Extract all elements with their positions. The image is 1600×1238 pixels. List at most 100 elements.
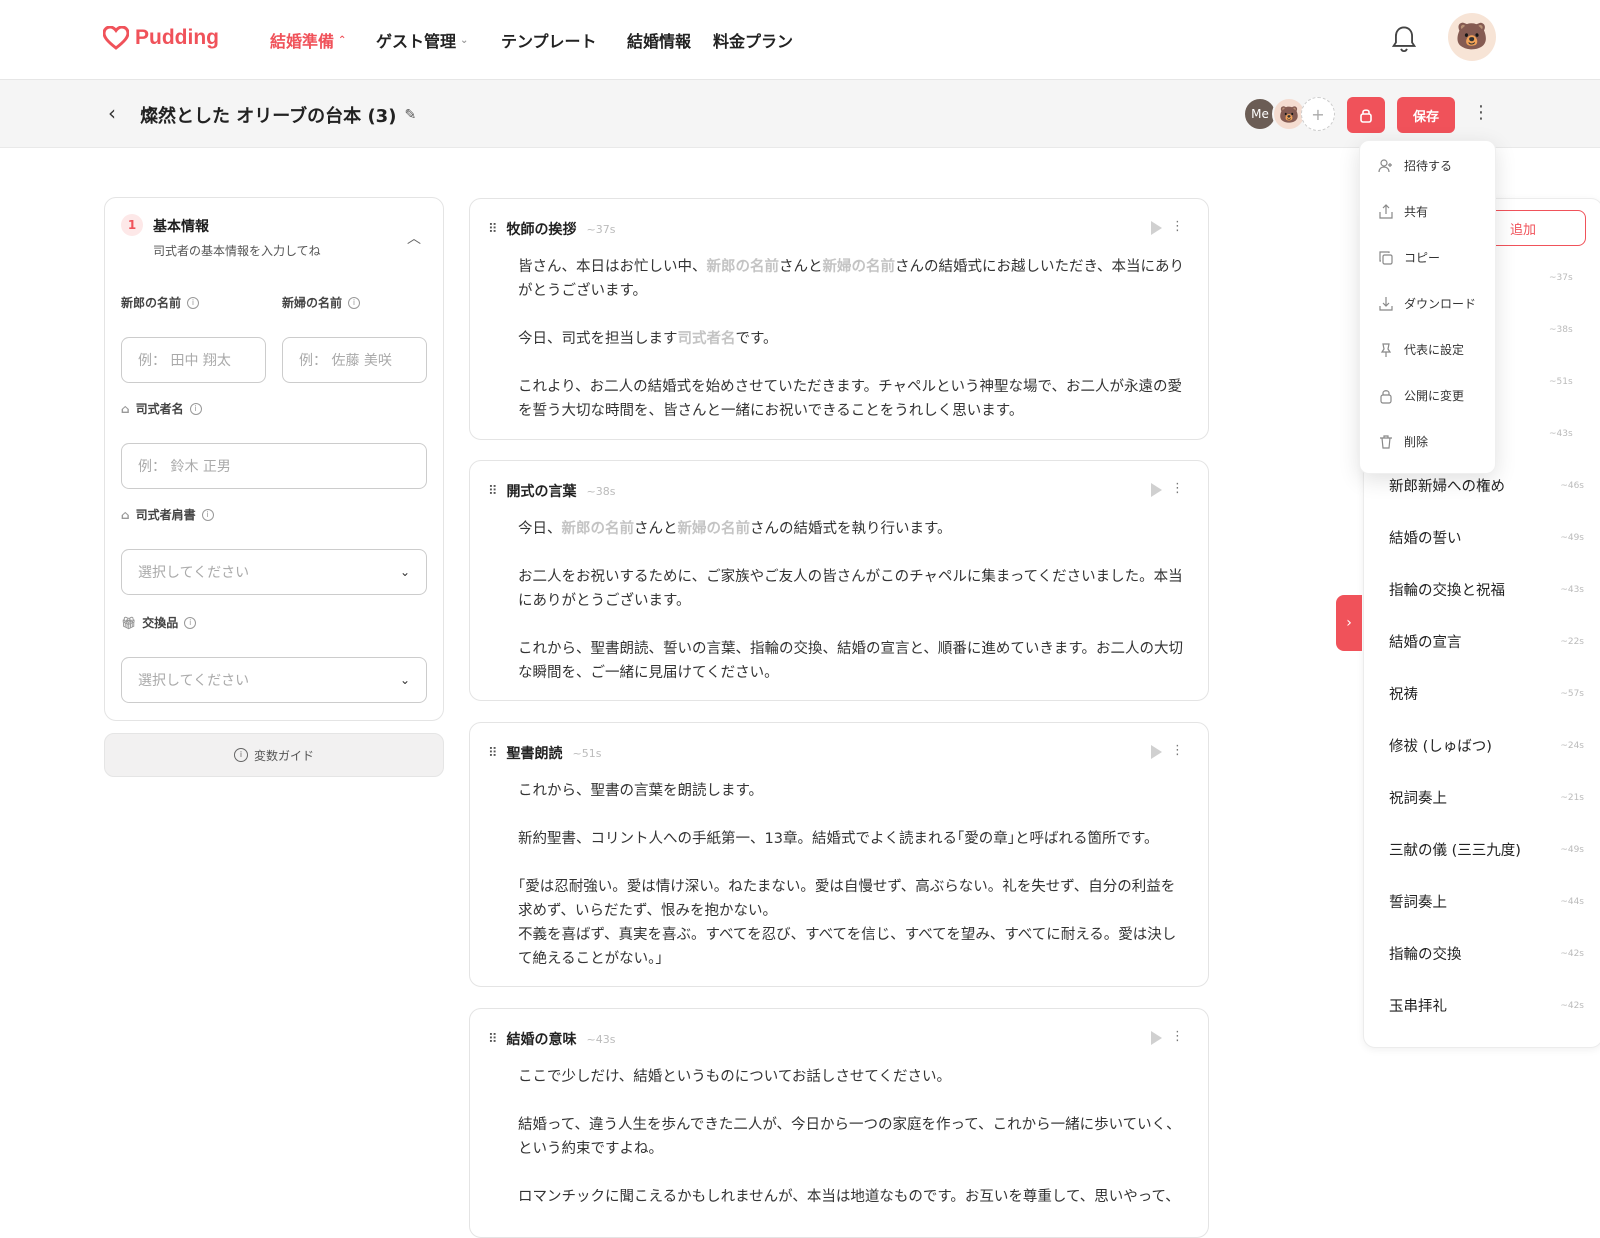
- menu-item-invite[interactable]: 招待する: [1378, 157, 1452, 174]
- pudding-logo[interactable]: Pudding: [103, 26, 219, 50]
- menu-label: 代表に設定: [1404, 343, 1465, 357]
- add-collaborator-button[interactable]: +: [1301, 97, 1335, 131]
- menu-item-make-public[interactable]: 公開に変更: [1378, 387, 1464, 404]
- more-options-icon[interactable]: ⋮: [1171, 481, 1184, 496]
- info-icon[interactable]: i: [189, 402, 202, 415]
- script-text: 結婚って、違う人生を歩んできた二人が、今日から一つの家庭を作って、これから一緒に…: [518, 1117, 1181, 1157]
- nav-label: 結婚準備: [270, 32, 335, 51]
- more-options-icon[interactable]: ⋮: [1171, 743, 1184, 758]
- document-title[interactable]: 燦然とした オリーブの台本 (3) ✎: [140, 102, 416, 128]
- section-duration: ~43s: [1549, 429, 1573, 439]
- play-icon[interactable]: [1151, 221, 1162, 235]
- script-duration: ~37s: [586, 222, 616, 236]
- menu-item-delete[interactable]: 削除: [1378, 433, 1428, 450]
- section-name: 修祓 (しゅばつ): [1389, 739, 1492, 755]
- select-value: 選択してください: [138, 673, 250, 689]
- menu-label: コピー: [1404, 251, 1441, 265]
- section-list-item[interactable]: 新郎新婦への権め ~46s: [1389, 475, 1584, 496]
- officiant-name-input[interactable]: 例： 鈴木 正男: [121, 443, 427, 489]
- gift-select[interactable]: 選択してください ⌄: [121, 657, 427, 703]
- nav-wedding-info[interactable]: 結婚情報: [627, 28, 691, 52]
- script-body[interactable]: ここで少しだけ、結婚というものについてお話しさせてください。 結婚って、違う人生…: [518, 1065, 1188, 1233]
- drag-handle-icon[interactable]: ⠿: [488, 746, 497, 761]
- nav-label: 結婚情報: [627, 32, 692, 51]
- script-body[interactable]: これから、聖書の言葉を朗読します。 新約聖書、コリント人への手紙第一、13章。結…: [518, 779, 1188, 986]
- groom-name-input[interactable]: 例： 田中 翔太: [121, 337, 266, 383]
- script-card[interactable]: ⠿ 開式の言葉 ~38s ⋮ 今日、新郎の名前さんと新婦の名前さんの結婚式を執り…: [469, 460, 1209, 701]
- script-body[interactable]: 今日、新郎の名前さんと新婦の名前さんの結婚式を執り行います。 お二人をお祝いする…: [518, 517, 1188, 700]
- script-text: お二人をお祝いするために、ご家族やご友人の皆さんがこのチャペルに集まってください…: [518, 569, 1183, 609]
- lock-button[interactable]: [1347, 97, 1385, 133]
- label-text: 交換品: [142, 616, 179, 630]
- groom-name-label: 新郎の名前 i: [121, 294, 200, 311]
- nav-pricing[interactable]: 料金プラン: [713, 28, 793, 52]
- top-navigation: Pudding 結婚準備 ⌃ ゲスト管理 ⌄ テンプレート 結婚情報 料金プラン…: [0, 0, 1600, 80]
- script-text: さんの結婚式を執り行います。: [750, 521, 952, 537]
- menu-item-download[interactable]: ダウンロード: [1378, 295, 1476, 312]
- variable-guide-button[interactable]: i 変数ガイド: [104, 733, 444, 777]
- nav-guest-management[interactable]: ゲスト管理 ⌄: [376, 28, 468, 52]
- section-list-item[interactable]: 誓詞奏上 ~44s: [1389, 891, 1584, 912]
- play-icon[interactable]: [1151, 745, 1162, 759]
- bride-name-label: 新婦の名前 i: [282, 294, 361, 311]
- more-options-icon[interactable]: ⋮: [1171, 219, 1184, 234]
- menu-label: 削除: [1404, 435, 1429, 449]
- officiant-title-label: ⌂ 司式者肩書 i: [121, 506, 214, 523]
- step-number: 1: [121, 214, 143, 236]
- drag-handle-icon[interactable]: ⠿: [488, 484, 497, 499]
- drag-handle-icon[interactable]: ⠿: [488, 1032, 497, 1047]
- section-list-item[interactable]: 祝詞奏上 ~21s: [1389, 787, 1584, 808]
- bride-name-input[interactable]: 例： 佐藤 美咲: [282, 337, 427, 383]
- variable-groom: 新郎の名前: [706, 259, 780, 275]
- menu-label: ダウンロード: [1404, 297, 1477, 311]
- info-icon[interactable]: i: [187, 296, 200, 309]
- menu-item-set-primary[interactable]: 代表に設定: [1378, 341, 1464, 358]
- script-card[interactable]: ⠿ 結婚の意味 ~43s ⋮ ここで少しだけ、結婚というものについてお話しさせて…: [469, 1008, 1209, 1238]
- back-arrow-icon[interactable]: ‹: [108, 101, 116, 125]
- nav-wedding-prep[interactable]: 結婚準備 ⌃: [270, 28, 346, 52]
- section-list-item[interactable]: 三献の儀 (三三九度) ~49s: [1389, 839, 1584, 860]
- more-options-icon[interactable]: ⋮: [1171, 1029, 1184, 1044]
- info-icon[interactable]: i: [348, 296, 361, 309]
- script-card[interactable]: ⠿ 牧師の挨拶 ~37s ⋮ 皆さん、本日はお忙しい中、新郎の名前さんと新婦の名…: [469, 198, 1209, 440]
- chevron-up-icon[interactable]: ︿: [407, 228, 421, 248]
- script-text: これより、お二人の結婚式を始めさせていただきます。チャペルという神聖な場で、お二…: [518, 379, 1182, 419]
- info-icon[interactable]: i: [201, 508, 214, 521]
- share-icon: [1379, 203, 1393, 219]
- section-list-item[interactable]: 指輪の交換と祝福 ~43s: [1389, 579, 1584, 600]
- bell-icon[interactable]: [1390, 24, 1418, 54]
- nav-templates[interactable]: テンプレート: [501, 28, 597, 52]
- basic-info-panel: 1 基本情報 司式者の基本情報を入力してね ︿ 新郎の名前 i 新婦の名前 i …: [104, 197, 444, 721]
- section-list-item[interactable]: 修祓 (しゅばつ) ~24s: [1389, 735, 1584, 756]
- menu-item-share[interactable]: 共有: [1378, 203, 1428, 220]
- script-title: 開式の言葉: [506, 484, 577, 500]
- section-list-item[interactable]: 結婚の宣言 ~22s: [1389, 631, 1584, 652]
- gift-label: 🎁︎ 交換品 i: [121, 614, 197, 631]
- script-card[interactable]: ⠿ 聖書朗読 ~51s ⋮ これから、聖書の言葉を朗読します。 新約聖書、コリン…: [469, 722, 1209, 987]
- section-name: 結婚の宣言: [1389, 635, 1462, 651]
- script-text: 今日、: [518, 521, 562, 537]
- label-text: 新婦の名前: [282, 296, 343, 310]
- officiant-title-select[interactable]: 選択してください ⌄: [121, 549, 427, 595]
- more-options-icon[interactable]: ⋮: [1472, 102, 1490, 123]
- save-button[interactable]: 保存: [1397, 97, 1455, 133]
- section-list-item[interactable]: 祝祷 ~57s: [1389, 683, 1584, 704]
- section-list-item[interactable]: 結婚の誓い ~49s: [1389, 527, 1584, 548]
- panel-toggle-chevron-icon[interactable]: ›: [1336, 595, 1362, 651]
- download-icon: [1379, 296, 1393, 311]
- section-name: 祝詞奏上: [1389, 791, 1447, 807]
- script-body[interactable]: 皆さん、本日はお忙しい中、新郎の名前さんと新婦の名前さんの結婚式にお越しいただき…: [518, 255, 1188, 439]
- chevron-down-icon: ⌄: [399, 565, 410, 579]
- section-list-item[interactable]: 玉串拝礼 ~42s: [1389, 995, 1584, 1016]
- play-icon[interactable]: [1151, 1031, 1162, 1045]
- drag-handle-icon[interactable]: ⠿: [488, 222, 497, 237]
- script-text: さんと: [779, 259, 823, 275]
- officiant-name-label: ⌂ 司式者名 i: [121, 400, 202, 417]
- pencil-icon[interactable]: ✎: [404, 107, 416, 123]
- heart-logo-icon: [103, 26, 129, 50]
- play-icon[interactable]: [1151, 483, 1162, 497]
- user-avatar[interactable]: 🐻: [1448, 13, 1496, 61]
- info-icon[interactable]: i: [184, 616, 197, 629]
- section-list-item[interactable]: 指輪の交換 ~42s: [1389, 943, 1584, 964]
- menu-item-copy[interactable]: コピー: [1378, 249, 1440, 266]
